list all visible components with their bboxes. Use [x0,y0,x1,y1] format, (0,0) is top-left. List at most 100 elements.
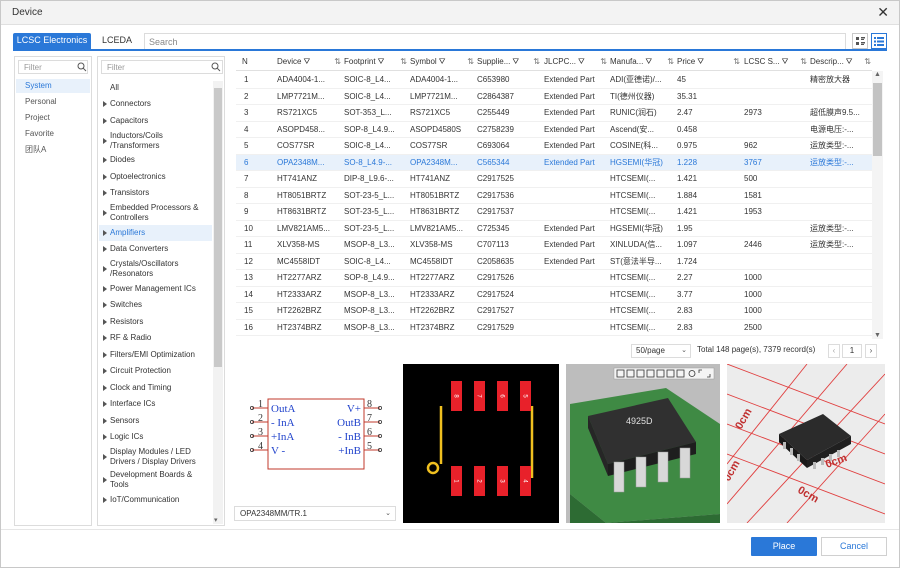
category-item[interactable]: Logic ICs [99,429,212,446]
column-header[interactable]: N [242,53,275,71]
sort-icon[interactable]: ⇅ [864,53,871,71]
prev-page-button[interactable]: ‹ [828,344,840,358]
column-header[interactable]: Supplie... ⛛ ⇅ [477,53,541,71]
symbol-preview[interactable]: 1 OutA 2 - InA 3 +InA 4 V - 8 V+ 7 OutB 6 - InB 5 +InB [234,364,396,523]
model-toolbar[interactable] [613,367,715,380]
current-page-input[interactable]: 1 [842,344,862,358]
column-header[interactable]: Footprint ⛛ ⇅ [344,53,408,71]
category-item[interactable]: Optoelectronics [99,169,212,186]
sort-icon[interactable]: ⇅ [733,53,740,71]
source-item[interactable]: System [16,79,90,93]
category-item[interactable]: Connectors [99,96,212,113]
filter-icon[interactable]: ⛛ [439,53,446,71]
table-row[interactable]: 2 LMP7721M... SOIC-8_L4... LMP7721M... C2864… [236,89,872,105]
table-row[interactable]: 6 OPA2348M... SO-8_L4.9-... OPA2348M... C565… [236,154,872,171]
category-item[interactable]: Resistors [99,314,212,331]
category-scrollbar-thumb[interactable] [214,88,222,367]
sort-icon[interactable]: ⇅ [467,53,474,71]
filter-icon[interactable]: ⛛ [578,53,585,71]
category-scrollbar[interactable]: ▾ [213,81,223,524]
category-item[interactable]: Sensors [99,413,212,430]
place-button[interactable]: Place [751,537,817,556]
source-item[interactable]: Favorite [16,127,90,141]
category-item[interactable]: Filters/EMI Optimization [99,347,212,364]
column-header[interactable]: JLCPC... ⛛ ⇅ [544,53,608,71]
category-all[interactable]: All [99,81,212,95]
category-item[interactable]: Transistors [99,185,212,202]
scroll-down-icon[interactable]: ▼ [874,332,881,339]
table-row[interactable]: 14 HT2333ARZ MSOP-8_L3... HT2333ARZ C2917524… [236,287,872,303]
category-item[interactable]: Capacitors [99,113,212,130]
source-item[interactable]: 团队A [16,143,90,157]
table-scrollbar[interactable]: ▲ ▼ [872,71,883,339]
filter-icon[interactable]: ⛛ [512,53,519,71]
filter-icon[interactable]: ⛛ [645,53,652,71]
symbol-part-select[interactable]: OPA2348MM/TR.1 ⌄ [234,506,396,521]
category-item[interactable]: Switches [99,297,212,314]
table-cell [544,303,607,319]
category-item[interactable]: Crystals/Oscillators /Resonators [99,258,212,281]
table-row[interactable]: 1 ADA4004-1... SOIC-8_L4... ADA4004-1... C65… [236,72,872,89]
source-item[interactable]: Project [16,111,90,125]
column-header[interactable]: Symbol ⛛ ⇅ [410,53,475,71]
column-header[interactable]: LCSC S... ⛛ ⇅ [744,53,808,71]
filter-icon[interactable]: ⛛ [303,53,310,71]
category-item[interactable]: Clock and Timing [99,380,212,397]
grid-view-button[interactable] [852,33,868,49]
next-page-button[interactable]: › [865,344,877,358]
table-row[interactable]: 10 LMV821AM5... SOT-23-5_L... LMV821AM5... C… [236,221,872,237]
category-item[interactable]: Power Management ICs [99,281,212,298]
table-row[interactable]: 3 RS721XC5 SOT-353_L... RS721XC5 C255449 Exte… [236,105,872,122]
table-row[interactable]: 4 ASOPD458... SOP-8_L4.9... ASOPD4580S C2758… [236,122,872,138]
filter-icon[interactable]: ⛛ [378,53,385,71]
filter-icon[interactable]: ⛛ [782,53,789,71]
category-item[interactable]: Development Boards & Tools [99,469,212,492]
category-item[interactable]: Embedded Processors & Controllers [99,202,212,225]
close-icon[interactable]: ✕ [877,4,889,21]
product-photo-preview[interactable]: 0cm 0cm 0cm 0cm [727,364,885,523]
scroll-up-icon[interactable]: ▲ [874,71,881,78]
table-scrollbar-thumb[interactable] [873,83,882,156]
table-row[interactable]: 8 HT8051BRTZ SOT-23-5_L... HT8051BRTZ C29175… [236,188,872,204]
category-item[interactable]: IoT/Communication [99,492,212,509]
table-row[interactable]: 16 HT2374BRZ MSOP-8_L3... HT2374BRZ C2917529… [236,320,872,336]
sort-icon[interactable]: ⇅ [600,53,607,71]
filter-icon[interactable]: ⛛ [697,53,704,71]
tab-lceda[interactable]: LCEDA [95,33,139,49]
filter-icon[interactable]: ⛛ [846,53,853,71]
category-item[interactable]: Interface ICs [99,396,212,413]
sort-icon[interactable]: ⇅ [334,53,341,71]
category-item[interactable]: Amplifiers [99,224,212,241]
column-header[interactable]: Price ⛛ ⇅ [677,53,741,71]
scroll-down-icon[interactable]: ▾ [214,516,218,524]
table-row[interactable]: 11 XLV358-MS MSOP-8_L3... XLV358-MS C707113 E… [236,237,872,254]
category-item[interactable]: Circuit Protection [99,363,212,380]
cancel-button[interactable]: Cancel [821,537,887,556]
page-size-select[interactable]: 50/page ⌄ [631,344,691,358]
sort-icon[interactable]: ⇅ [533,53,540,71]
category-filter-input[interactable] [101,60,223,74]
category-item[interactable]: Data Converters [99,241,212,258]
category-item[interactable]: Inductors/Coils /Transformers [99,129,212,152]
footprint-preview[interactable]: 87651234 [403,364,559,523]
table-row[interactable]: 5 COS77SR SOIC-8_L4... COS77SR C693064 Extend… [236,138,872,155]
tab-lcsc-electronics[interactable]: LCSC Electronics [13,33,91,49]
category-item[interactable]: Diodes [99,152,212,169]
table-row[interactable]: 13 HT2277ARZ SOP-8_L4.9... HT2277ARZ C291752… [236,270,872,287]
search-input[interactable] [144,33,846,50]
list-view-button[interactable] [871,33,887,49]
source-item[interactable]: Personal [16,95,90,109]
column-header[interactable]: Device ⛛ ⇅ [277,53,342,71]
table-row[interactable]: 7 HT741ANZ DIP-8_L9.6-... HT741ANZ C2917525 H… [236,171,872,188]
column-header[interactable]: Manufa... ⛛ ⇅ [610,53,675,71]
table-row[interactable]: 15 HT2262BRZ MSOP-8_L3... HT2262BRZ C2917527… [236,303,872,320]
category-item[interactable]: Display Modules / LED Drivers / Display … [99,446,212,469]
column-header[interactable]: Descrip... ⛛ ⇅ [810,53,872,71]
3d-model-preview[interactable]: 4925D [566,364,720,523]
sort-icon[interactable]: ⇅ [400,53,407,71]
table-row[interactable]: 9 HT8631BRTZ SOT-23-5_L... HT8631BRTZ C29175… [236,204,872,221]
sort-icon[interactable]: ⇅ [800,53,807,71]
sort-icon[interactable]: ⇅ [667,53,674,71]
table-row[interactable]: 12 MC4558IDT SOIC-8_L4... MC4558IDT C2058635… [236,254,872,270]
category-item[interactable]: RF & Radio [99,330,212,347]
